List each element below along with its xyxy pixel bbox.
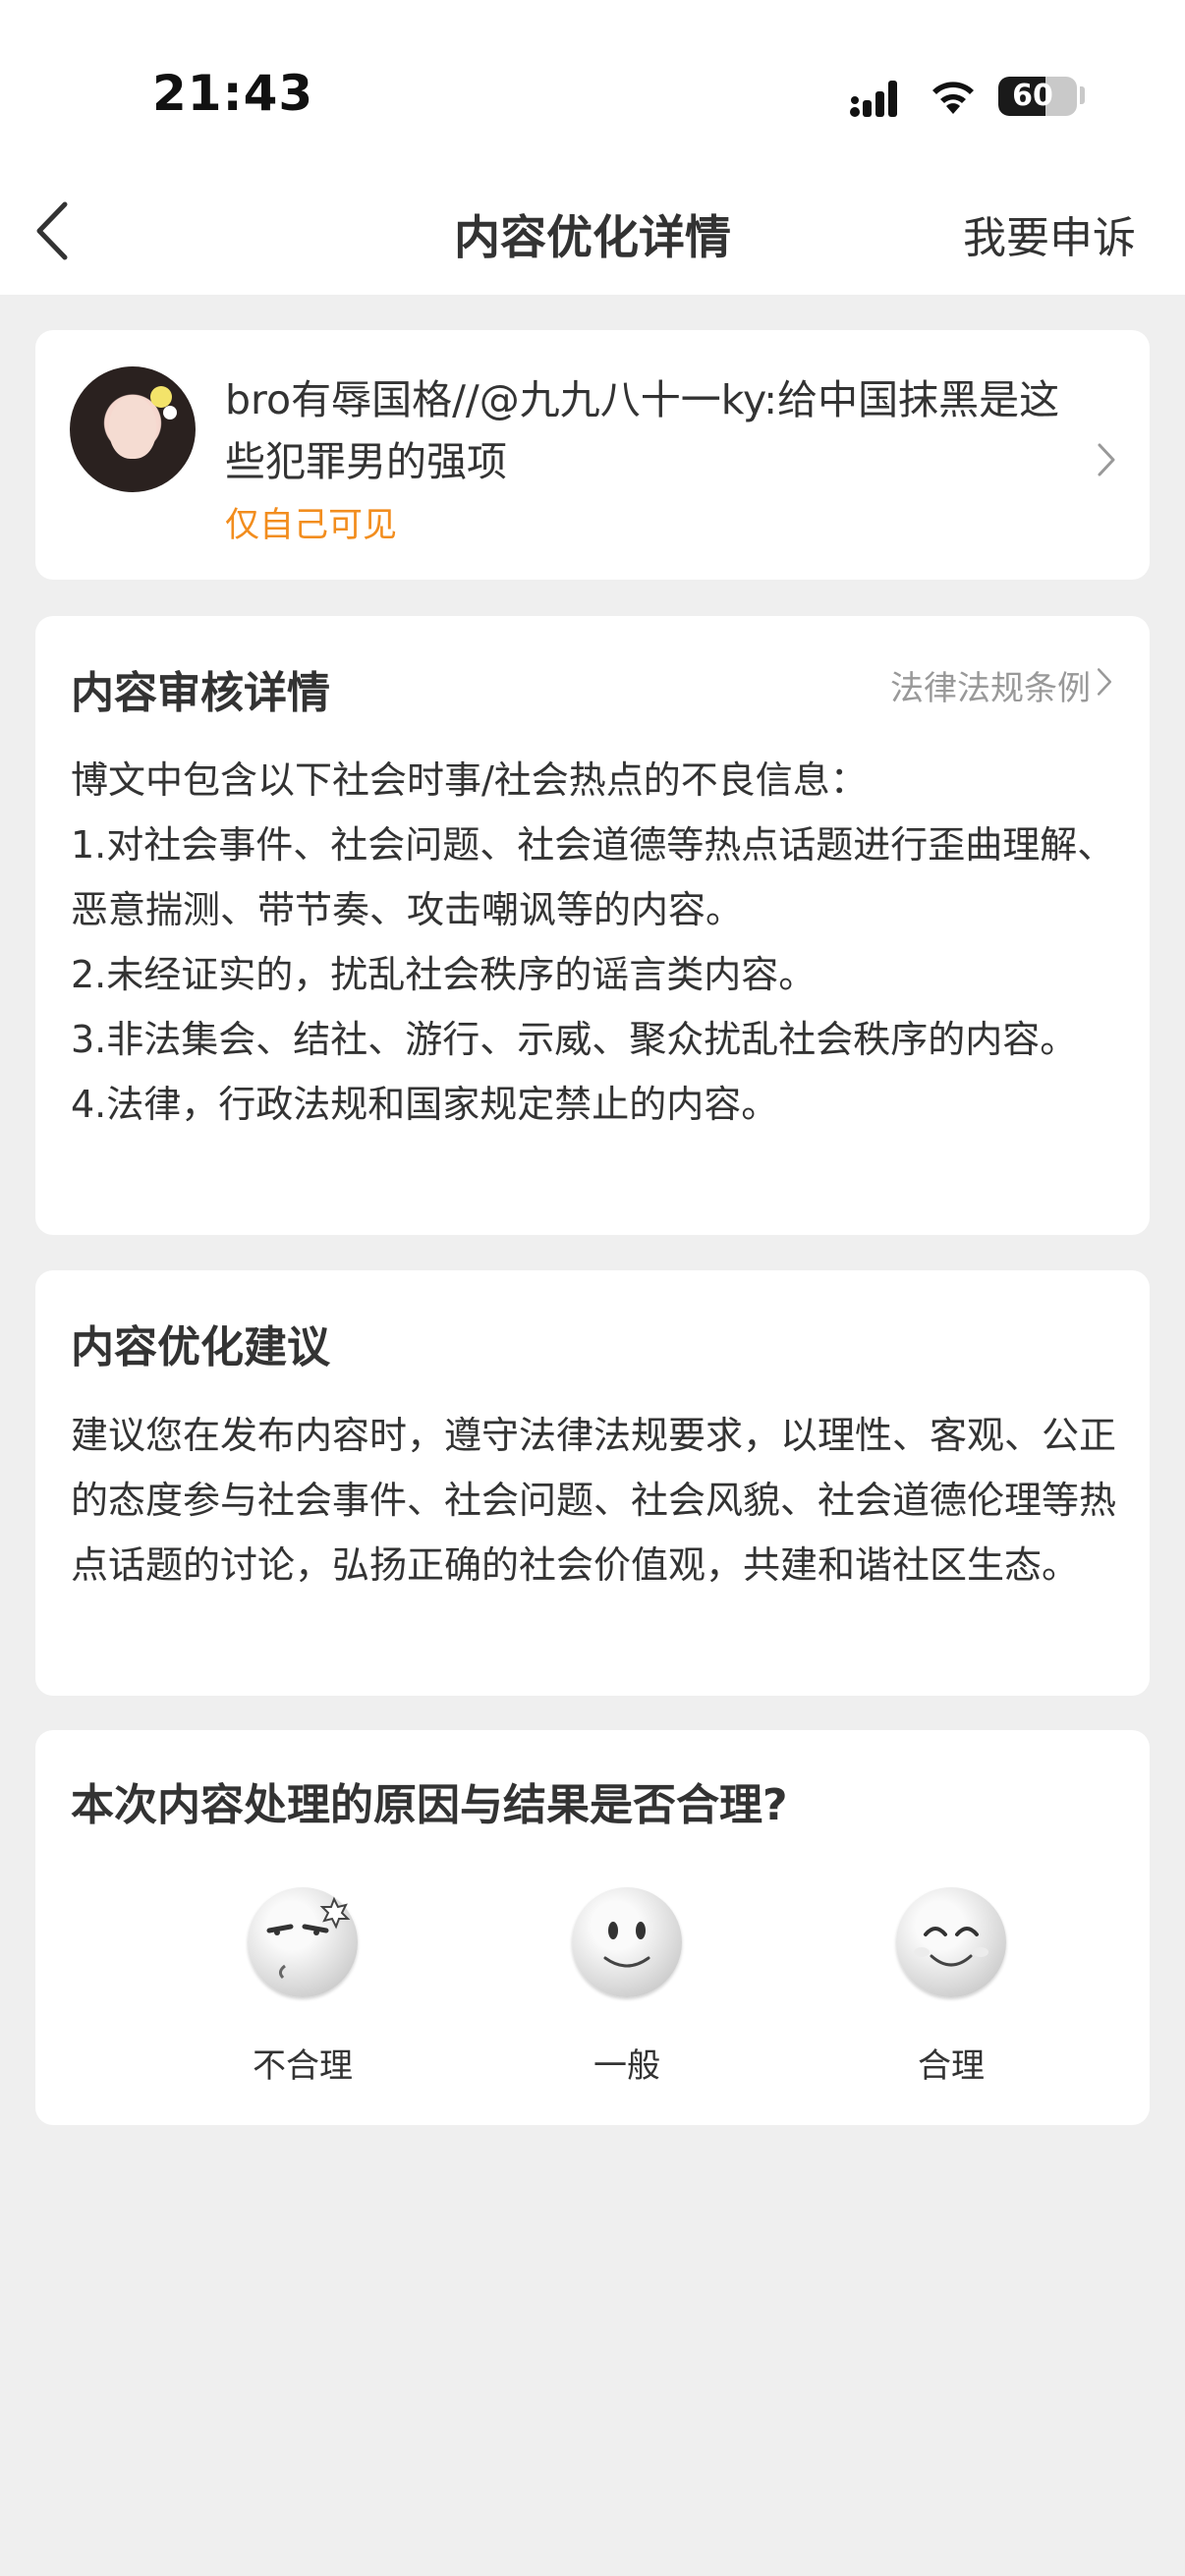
battery-percent: 60 — [1012, 79, 1053, 113]
wifi-icon — [932, 82, 974, 114]
review-body: 博文中包含以下社会时事/社会热点的不良信息： 1.对社会事件、社会问题、社会道德… — [71, 748, 1122, 1137]
visibility-label: 仅自己可见 — [225, 506, 398, 545]
optimization-suggestion-card: 内容优化建议 建议您在发布内容时，遵守法律法规要求，以理性、客观、公正的态度参与… — [35, 1270, 1150, 1696]
chevron-right-icon[interactable] — [1095, 665, 1114, 699]
law-regulations-link[interactable]: 法律法规条例 — [890, 661, 1091, 709]
review-line: 4.法律，行政法规和国家规定禁止的内容。 — [71, 1083, 779, 1126]
review-title: 内容审核详情 — [71, 668, 330, 718]
review-details-card: 内容审核详情 法律法规条例 博文中包含以下社会时事/社会热点的不良信息： 1.对… — [35, 616, 1150, 1235]
annoyed-face-icon — [248, 1887, 358, 1997]
avatar-face — [109, 396, 156, 459]
screen: 21:43 60 内容优化详情 我要申诉 bro有辱国格//@九九八十一ky:给… — [0, 0, 1185, 2576]
neutral-smile-icon — [572, 1887, 682, 1997]
option-reasonable[interactable]: 合理 — [843, 1887, 1059, 2087]
happy-face-icon — [896, 1887, 1006, 1997]
option-label: 不合理 — [253, 2046, 353, 2086]
suggestion-body: 建议您在发布内容时，遵守法律法规要求，以理性、客观、公正的态度参与社会事件、社会… — [71, 1414, 1117, 1587]
review-line: 1.对社会事件、社会问题、社会道德等热点话题进行歪曲理解、恶意揣测、带节奏、攻击… — [71, 823, 1115, 931]
feedback-card: 本次内容处理的原因与结果是否合理? 不合理 一般 合理 — [35, 1730, 1150, 2125]
status-time: 21:43 — [152, 65, 314, 122]
cellular-signal-icon — [850, 81, 897, 117]
post-text: bro有辱国格//@九九八十一ky:给中国抹黑是这些犯罪男的强项 — [225, 376, 1060, 485]
battery-indicator: 60 — [998, 77, 1077, 116]
review-line: 3.非法集会、结社、游行、示威、聚众扰乱社会秩序的内容。 — [71, 1018, 1078, 1061]
chevron-right-icon — [1098, 443, 1115, 476]
top-bar: 21:43 60 内容优化详情 我要申诉 — [0, 0, 1185, 295]
post-card[interactable]: bro有辱国格//@九九八十一ky:给中国抹黑是这些犯罪男的强项 仅自己可见 — [35, 330, 1150, 580]
appeal-button[interactable]: 我要申诉 — [963, 202, 1136, 265]
review-line: 2.未经证实的，扰乱社会秩序的谣言类内容。 — [71, 953, 817, 996]
option-average[interactable]: 一般 — [519, 1887, 735, 2087]
option-label: 一般 — [593, 2046, 660, 2086]
option-label: 合理 — [918, 2046, 985, 2086]
avatar — [70, 366, 196, 492]
law-link-label: 法律法规条例 — [890, 669, 1091, 708]
battery-cap — [1080, 86, 1085, 104]
feedback-question: 本次内容处理的原因与结果是否合理? — [71, 1780, 788, 1830]
avatar-decoration — [150, 386, 172, 408]
avatar-decoration — [163, 406, 177, 420]
review-line: 博文中包含以下社会时事/社会热点的不良信息： — [71, 758, 868, 802]
option-unreasonable[interactable]: 不合理 — [195, 1887, 411, 2087]
suggestion-title: 内容优化建议 — [71, 1322, 330, 1372]
